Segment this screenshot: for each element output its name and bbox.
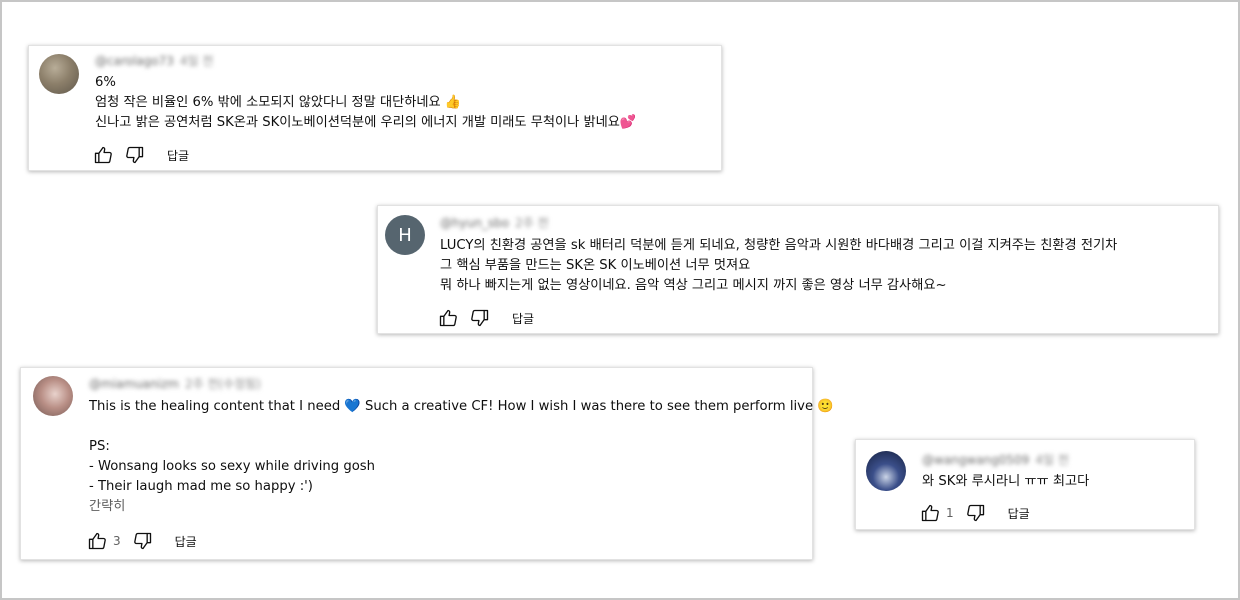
author-name[interactable]: @wangwang0509 [922,453,1029,467]
comment-meta: @miamuanizm 2주 전(수정됨) [89,376,261,392]
comment-card-4: @wangwang0509 4일 전 와 SK와 루시라니 ㅠㅠ 최고다 1 답글 [855,439,1195,530]
comment-line: LUCY의 친환경 공연을 sk 배터리 덕분에 듣게 되네요, 청량한 음악과… [440,238,1118,253]
author-name[interactable]: @hyun_sbo [440,216,509,230]
comment-actions: 3 답글 [85,529,197,553]
reply-button[interactable]: 답글 [512,310,534,327]
avatar[interactable] [33,376,73,416]
comment-actions: 답글 [91,143,189,167]
author-name[interactable]: @carolago73 [95,54,174,68]
comment-actions: 1 답글 [918,501,1030,525]
reply-button[interactable]: 답글 [175,533,197,550]
comment-time[interactable]: 4일 전 [1035,453,1069,467]
comment-line: 뭐 하나 빠지는게 없는 영상이네요. 음악 역상 그리고 메시지 까지 좋은 … [440,278,947,293]
comment-text: LUCY의 친환경 공연을 sk 배터리 덕분에 듣게 되네요, 청량한 음악과… [440,236,1117,296]
reply-button[interactable]: 답글 [167,147,189,164]
comment-line: 신나고 밝은 공연처럼 SK온과 SK이노베이션덕분에 우리의 에너지 개발 미… [95,115,637,130]
thumb-up-icon[interactable] [85,529,109,553]
comment-time[interactable]: 2주 전 [515,216,549,230]
comment-text: 와 SK와 루시라니 ㅠㅠ 최고다 [922,472,1089,492]
comment-time[interactable]: 4일 전 [180,54,214,68]
comment-line: 엄청 작은 비율인 6% 밖에 소모되지 않았다니 정말 대단하네요 👍 [95,95,462,110]
thumb-down-icon[interactable] [123,143,147,167]
thumb-down-icon[interactable] [964,501,988,525]
thumb-down-icon[interactable] [468,306,492,330]
avatar[interactable] [866,451,906,491]
comment-line: PS: [89,439,110,454]
comment-text: This is the healing content that I need … [89,397,834,517]
thumb-up-icon[interactable] [436,306,460,330]
comment-meta: @wangwang0509 4일 전 [922,452,1069,468]
comment-text: 6% 엄청 작은 비율인 6% 밖에 소모되지 않았다니 정말 대단하네요 👍 … [95,73,636,133]
like-count: 3 [113,534,121,548]
comment-actions: 답글 [436,306,534,330]
author-name[interactable]: @miamuanizm [89,377,179,391]
thumb-down-icon[interactable] [131,529,155,553]
comment-line: This is the healing content that I need … [89,399,834,414]
comment-line: 그 핵심 부품을 만드는 SK온 SK 이노베이션 너무 멋져요 [440,258,751,273]
comment-time[interactable]: 2주 전(수정됨) [185,377,261,391]
show-less-link[interactable]: 간략히 [89,497,834,517]
comment-line: 6% [95,75,116,90]
reply-button[interactable]: 답글 [1008,505,1030,522]
avatar[interactable] [39,54,79,94]
like-count: 1 [946,506,954,520]
comment-blank-line [89,417,834,437]
comment-line: 와 SK와 루시라니 ㅠㅠ 최고다 [922,474,1090,489]
thumb-up-icon[interactable] [918,501,942,525]
thumb-up-icon[interactable] [91,143,115,167]
comment-meta: @hyun_sbo 2주 전 [440,215,549,231]
comment-card-3: @miamuanizm 2주 전(수정됨) This is the healing… [20,367,834,560]
comment-meta: @carolago73 4일 전 [95,53,213,69]
avatar-letter: H [398,224,412,246]
avatar[interactable]: H [385,215,425,255]
comment-line: - Wonsang looks so sexy while driving go… [89,459,375,474]
comment-card-2: H @hyun_sbo 2주 전 LUCY의 친환경 공연을 sk 배터리 덕분에… [377,205,1219,334]
comment-card-1: @carolago73 4일 전 6% 엄청 작은 비율인 6% 밖에 소모되지 … [28,45,722,171]
comment-line: - Their laugh mad me so happy :') [89,479,313,494]
